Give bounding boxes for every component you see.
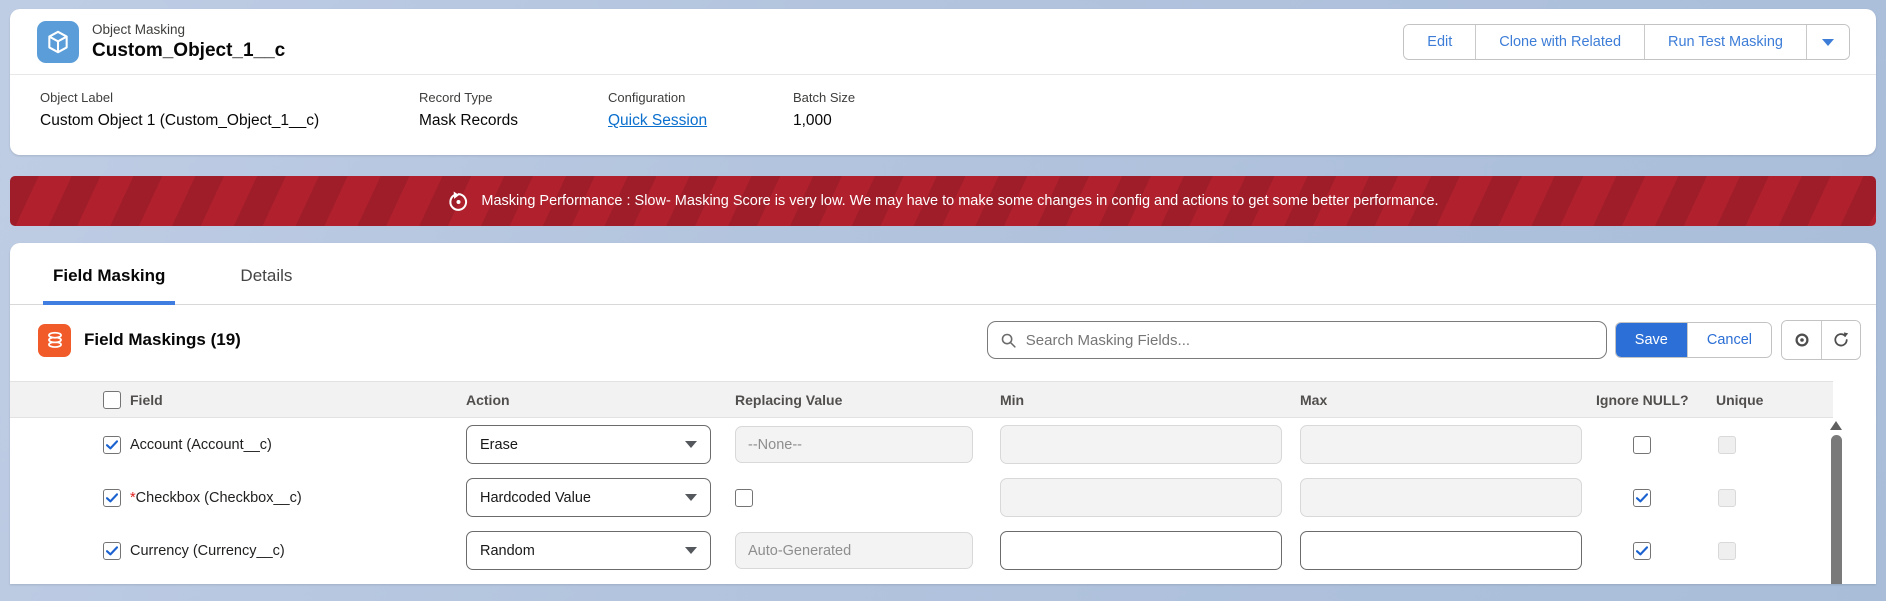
scrollbar-thumb[interactable] bbox=[1831, 435, 1842, 584]
action-select[interactable]: Random bbox=[466, 531, 711, 570]
replacing-value-checkbox[interactable] bbox=[735, 489, 753, 507]
row-select-checkbox[interactable] bbox=[103, 489, 121, 507]
field-name: *Checkbox (Checkbox__c) bbox=[130, 490, 466, 506]
detail-record-type: Record Type Mask Records bbox=[419, 90, 608, 130]
field-maskings-table: Field Action Replacing Value Min Max Ign… bbox=[10, 381, 1876, 584]
preview-eye-button[interactable] bbox=[1782, 321, 1821, 359]
record-action-button-group: Edit Clone with Related Run Test Masking bbox=[1403, 24, 1850, 60]
ignore-null-checkbox[interactable] bbox=[1633, 542, 1651, 560]
search-icon bbox=[1000, 332, 1017, 349]
action-select[interactable]: Hardcoded Value bbox=[466, 478, 711, 517]
section-title: Field Maskings (19) bbox=[84, 330, 241, 350]
min-input[interactable] bbox=[1000, 531, 1282, 570]
chevron-down-icon bbox=[685, 441, 697, 448]
edit-button[interactable]: Edit bbox=[1404, 25, 1475, 59]
page-title: Custom_Object_1__c bbox=[92, 40, 285, 62]
eye-icon bbox=[1793, 331, 1811, 349]
detail-batch-size: Batch Size 1,000 bbox=[793, 90, 855, 130]
search-masking-fields-box bbox=[987, 321, 1607, 359]
unique-checkbox bbox=[1718, 489, 1736, 507]
row-select-checkbox[interactable] bbox=[103, 436, 121, 454]
select-all-checkbox[interactable] bbox=[103, 391, 121, 409]
chevron-down-icon bbox=[1822, 39, 1834, 46]
record-header-card: Object Masking Custom_Object_1__c Edit C… bbox=[10, 9, 1876, 155]
field-name: Account (Account__c) bbox=[130, 437, 466, 453]
column-header-replacing-value: Replacing Value bbox=[735, 392, 1000, 408]
column-header-min: Min bbox=[1000, 392, 1300, 408]
field-masking-card: Field Masking Details Field Maskings (19… bbox=[10, 243, 1876, 584]
masking-performance-warning-banner: Masking Performance : Slow- Masking Scor… bbox=[10, 176, 1876, 226]
field-maskings-database-icon bbox=[38, 324, 71, 357]
tab-field-masking[interactable]: Field Masking bbox=[43, 243, 175, 305]
row-select-checkbox[interactable] bbox=[103, 542, 121, 560]
quick-session-link[interactable]: Quick Session bbox=[608, 112, 707, 129]
chevron-down-icon bbox=[685, 547, 697, 554]
unique-checkbox bbox=[1718, 542, 1736, 560]
object-masking-cube-icon bbox=[37, 21, 79, 63]
action-select[interactable]: Erase bbox=[466, 425, 711, 464]
column-header-ignore-null: Ignore NULL? bbox=[1596, 392, 1716, 408]
cancel-button[interactable]: Cancel bbox=[1687, 323, 1771, 357]
table-row: *Checkbox (Checkbox__c) Hardcoded Value bbox=[10, 471, 1876, 524]
replacing-value-input: --None-- bbox=[735, 426, 973, 463]
detail-configuration: Configuration Quick Session bbox=[608, 90, 793, 130]
refresh-icon bbox=[1832, 331, 1850, 349]
table-header-row: Field Action Replacing Value Min Max Ign… bbox=[10, 381, 1833, 418]
column-header-max: Max bbox=[1300, 392, 1596, 408]
ignore-null-checkbox[interactable] bbox=[1633, 436, 1651, 454]
clone-with-related-button[interactable]: Clone with Related bbox=[1475, 25, 1644, 59]
unique-checkbox bbox=[1718, 436, 1736, 454]
tab-details[interactable]: Details bbox=[230, 243, 302, 304]
column-header-field: Field bbox=[130, 392, 466, 408]
table-vertical-scrollbar[interactable] bbox=[1829, 419, 1843, 584]
view-refresh-group bbox=[1781, 320, 1861, 360]
save-cancel-group: Save Cancel bbox=[1615, 322, 1772, 358]
detail-object-label: Object Label Custom Object 1 (Custom_Obj… bbox=[40, 90, 419, 130]
chevron-down-icon bbox=[685, 494, 697, 501]
more-actions-dropdown-button[interactable] bbox=[1806, 25, 1849, 59]
field-name: Currency (Currency__c) bbox=[130, 543, 466, 559]
table-row-partial bbox=[10, 577, 1876, 584]
refresh-button[interactable] bbox=[1821, 321, 1860, 359]
table-row: Currency (Currency__c) Random Auto-Gener… bbox=[10, 524, 1876, 577]
replacing-value-input: Auto-Generated bbox=[735, 532, 973, 569]
tab-bar: Field Masking Details bbox=[10, 243, 1876, 305]
save-button[interactable]: Save bbox=[1616, 323, 1687, 357]
table-row: Account (Account__c) Erase --None-- bbox=[10, 418, 1876, 471]
column-header-action: Action bbox=[466, 392, 735, 408]
column-header-unique: Unique bbox=[1716, 392, 1812, 408]
max-input[interactable] bbox=[1300, 531, 1582, 570]
entity-type-label: Object Masking bbox=[92, 22, 285, 37]
max-input bbox=[1300, 425, 1582, 464]
performance-history-icon bbox=[447, 190, 470, 213]
max-input bbox=[1300, 478, 1582, 517]
search-input[interactable] bbox=[1026, 332, 1594, 349]
ignore-null-checkbox[interactable] bbox=[1633, 489, 1651, 507]
min-input bbox=[1000, 425, 1282, 464]
run-test-masking-button[interactable]: Run Test Masking bbox=[1644, 25, 1806, 59]
scroll-up-arrow-icon[interactable] bbox=[1830, 421, 1842, 430]
warning-message: Masking Performance : Slow- Masking Scor… bbox=[481, 193, 1438, 209]
min-input bbox=[1000, 478, 1282, 517]
